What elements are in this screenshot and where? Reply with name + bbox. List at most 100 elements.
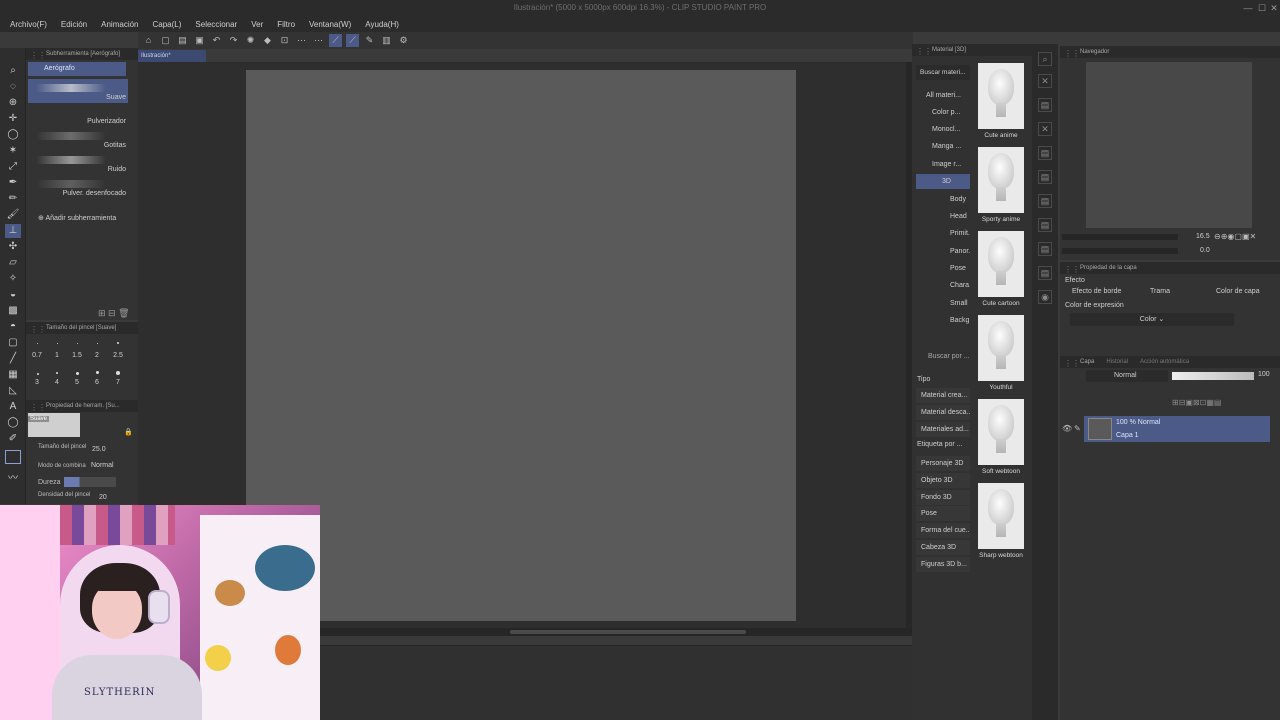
tag-button[interactable]: Figuras 3D b... bbox=[916, 557, 970, 572]
search-by-tag[interactable]: Buscar por ... bbox=[916, 353, 970, 360]
type-tag[interactable]: Material desca... bbox=[916, 405, 970, 420]
material-thumb[interactable] bbox=[978, 315, 1024, 381]
tree-3d[interactable]: 3D bbox=[916, 174, 970, 189]
pen-icon[interactable]: ✒ bbox=[5, 176, 21, 190]
figure-icon[interactable]: ▢ bbox=[5, 336, 21, 350]
menu-ventana[interactable]: Ventana(W) bbox=[309, 20, 351, 29]
select-icon[interactable]: ◯ bbox=[5, 128, 21, 142]
line-icon[interactable]: ╱ bbox=[5, 352, 21, 366]
tree-image[interactable]: Image r... bbox=[916, 157, 970, 172]
border-effect-button[interactable]: Efecto de borde bbox=[1072, 288, 1121, 295]
history-tab[interactable]: Historial bbox=[1106, 356, 1128, 368]
menu-edicion[interactable]: Edición bbox=[61, 20, 87, 29]
tree-body[interactable]: Body bbox=[916, 192, 970, 207]
open-file-icon[interactable]: ▤ bbox=[176, 34, 189, 47]
type-tag[interactable]: Material crea... bbox=[916, 388, 970, 403]
material-thumb[interactable] bbox=[978, 399, 1024, 465]
tag-button[interactable]: Cabeza 3D bbox=[916, 540, 970, 555]
undo-icon[interactable]: ↶ bbox=[210, 34, 223, 47]
opacity-slider[interactable] bbox=[1172, 372, 1254, 380]
tag-button[interactable]: Forma del cue... bbox=[916, 523, 970, 538]
color-switch-icon[interactable]: 〰 bbox=[5, 472, 21, 486]
tree-manga[interactable]: Manga ... bbox=[916, 139, 970, 154]
panel-icon[interactable]: ▤ bbox=[1038, 98, 1052, 112]
size-option[interactable]: 7 bbox=[110, 379, 126, 386]
balloon-icon[interactable]: ◯ bbox=[5, 416, 21, 430]
close-icon[interactable]: ✕ bbox=[1038, 74, 1052, 88]
drawing-canvas[interactable] bbox=[246, 70, 796, 621]
size-option[interactable]: 2.5 bbox=[110, 352, 126, 359]
tree-pose[interactable]: Pose bbox=[916, 261, 970, 276]
gradient-icon[interactable]: ▩ bbox=[5, 304, 21, 318]
layer-toolbar-icon[interactable]: ⊞⊟▣⊠⊡▦▤ bbox=[1172, 398, 1222, 407]
brush-suave[interactable]: Suave bbox=[28, 79, 128, 103]
blend-select[interactable]: Normal bbox=[91, 462, 114, 469]
tag-button[interactable]: Fondo 3D bbox=[916, 490, 970, 505]
brush-ruido[interactable]: Ruido bbox=[28, 151, 128, 175]
panel-icon[interactable]: ▤ bbox=[1038, 266, 1052, 280]
opacity-value[interactable]: 100 bbox=[1258, 371, 1270, 378]
layer-tab[interactable]: Capa bbox=[1080, 356, 1094, 368]
close-icon[interactable]: ✕ bbox=[1038, 122, 1052, 136]
snap-ruler-icon[interactable]: ⋯ bbox=[295, 34, 308, 47]
airbrush-icon[interactable]: ⊥ bbox=[5, 224, 21, 238]
tag-button[interactable]: Personaje 3D bbox=[916, 456, 970, 471]
eyedropper-icon[interactable]: ⤢ bbox=[5, 160, 21, 174]
correct-line-icon[interactable]: ✐ bbox=[5, 432, 21, 446]
material-thumb[interactable] bbox=[978, 231, 1024, 297]
menu-ayuda[interactable]: Ayuda(H) bbox=[365, 20, 399, 29]
tree-character[interactable]: Chara... bbox=[916, 278, 970, 293]
save-icon[interactable]: ▣ bbox=[193, 34, 206, 47]
tree-color-pattern[interactable]: Color p... bbox=[916, 105, 970, 120]
subtool-actions-icon[interactable]: ⊞ ⊟ 🗑 bbox=[98, 308, 130, 319]
size-option[interactable]: 0.7 bbox=[29, 352, 45, 359]
redo-icon[interactable]: ↷ bbox=[227, 34, 240, 47]
horizontal-scroll-thumb[interactable] bbox=[510, 630, 746, 634]
material-thumb[interactable] bbox=[978, 147, 1024, 213]
clear-icon[interactable]: ◆ bbox=[261, 34, 274, 47]
navigator-preview[interactable] bbox=[1086, 62, 1252, 228]
blend-icon[interactable]: ✧ bbox=[5, 272, 21, 286]
new-file-icon[interactable]: ▢ bbox=[159, 34, 172, 47]
fill-icon[interactable]: ◒ bbox=[5, 288, 21, 302]
zoom-slider[interactable] bbox=[1062, 234, 1178, 240]
camera-icon[interactable]: ◉ bbox=[1038, 290, 1052, 304]
panel-icon[interactable]: ▤ bbox=[1038, 194, 1052, 208]
tag-button[interactable]: Objeto 3D bbox=[916, 473, 970, 488]
stroke-icon[interactable]: ⟋ bbox=[346, 34, 359, 47]
tree-small-object[interactable]: Small ... bbox=[916, 296, 970, 311]
ruler-tool-icon[interactable]: ◺ bbox=[5, 384, 21, 398]
size-option[interactable]: 1.5 bbox=[69, 352, 85, 359]
move-icon[interactable]: ✛ bbox=[5, 112, 21, 126]
main-color-swatch[interactable] bbox=[5, 450, 21, 464]
pencil-icon[interactable]: ✏ bbox=[5, 192, 21, 206]
panel-icon[interactable]: ▤ bbox=[1038, 146, 1052, 160]
brush-pulverizador[interactable]: Pulverizador bbox=[28, 103, 128, 127]
tree-monochrome[interactable]: Monocl... bbox=[916, 122, 970, 137]
maximize-button[interactable]: ☐ bbox=[1256, 2, 1268, 14]
loading-icon[interactable]: ✺ bbox=[244, 34, 257, 47]
rotation-slider[interactable] bbox=[1062, 248, 1178, 254]
menu-seleccionar[interactable]: Seleccionar bbox=[195, 20, 237, 29]
lock-icon[interactable]: 🔒 bbox=[124, 428, 133, 436]
material-search-button[interactable]: Buscar materi... bbox=[916, 65, 970, 80]
size-option[interactable]: 4 bbox=[49, 379, 65, 386]
document-tab[interactable]: Ilustración* bbox=[138, 50, 206, 62]
eraser-icon[interactable]: ▱ bbox=[5, 256, 21, 270]
pen-icon[interactable]: ✎ bbox=[1074, 424, 1081, 433]
magic-wand-icon[interactable]: ✶ bbox=[5, 144, 21, 158]
tree-all-materials[interactable]: All materi... bbox=[916, 88, 970, 103]
decoration-icon[interactable]: ✣ bbox=[5, 240, 21, 254]
menu-archivo[interactable]: Archivo(F) bbox=[10, 20, 47, 29]
subtool-group-tab[interactable]: Aerógrafo bbox=[28, 62, 126, 76]
menu-animacion[interactable]: Animación bbox=[101, 20, 138, 29]
expression-color-select[interactable]: Color ⌄ bbox=[1070, 313, 1234, 326]
menu-filtro[interactable]: Filtro bbox=[277, 20, 295, 29]
panel-icon[interactable]: ▤ bbox=[1038, 242, 1052, 256]
tree-panorama[interactable]: Panor... bbox=[916, 244, 970, 259]
density-value[interactable]: 20 bbox=[99, 494, 107, 501]
brush-icon[interactable]: 🖌 bbox=[5, 208, 21, 222]
text-icon[interactable]: A bbox=[5, 400, 21, 414]
tree-background[interactable]: Backg... bbox=[916, 313, 970, 328]
zoom-icon[interactable]: ⌕ bbox=[5, 64, 21, 78]
